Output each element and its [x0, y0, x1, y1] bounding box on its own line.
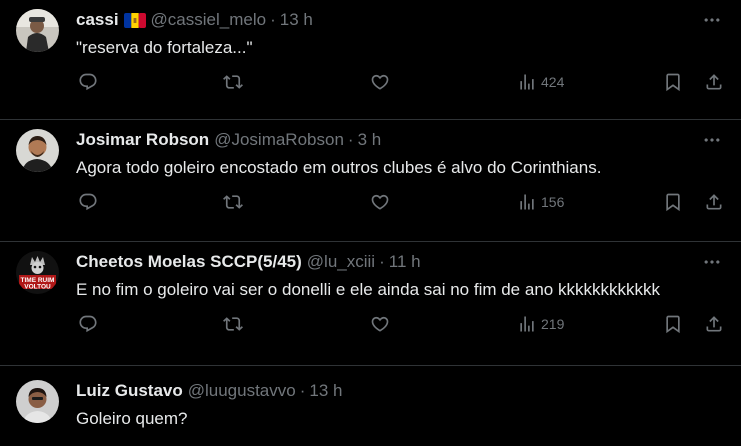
tweet-actions: 424 — [0, 69, 741, 95]
avatar[interactable] — [16, 9, 59, 52]
author-handle[interactable]: @cassiel_melo — [151, 10, 267, 30]
more-icon[interactable] — [699, 127, 725, 153]
tweet-cassi[interactable]: cassi @cassiel_melo · 13 h "reserva do f… — [0, 0, 741, 120]
separator-dot: · — [379, 252, 385, 271]
views-icon — [517, 72, 537, 92]
reply-icon[interactable] — [78, 192, 98, 212]
views-button[interactable]: 156 — [517, 192, 564, 212]
tweet-cheetos[interactable]: TIME RUIM VOLTOU Cheetos Moelas SCCP(5/4… — [0, 242, 741, 366]
author-name[interactable]: cassi — [76, 10, 119, 30]
views-count: 156 — [541, 194, 565, 210]
retweet-icon[interactable] — [223, 192, 243, 212]
bookmark-icon[interactable] — [663, 72, 683, 92]
timestamp[interactable]: 3 h — [358, 130, 382, 150]
author-handle[interactable]: @lu_xciii — [307, 252, 375, 272]
more-icon[interactable] — [699, 7, 725, 33]
retweet-icon[interactable] — [223, 314, 243, 334]
tweet-text: "reserva do fortaleza..." — [76, 38, 253, 57]
like-icon[interactable] — [370, 72, 390, 92]
tweet-actions: 156 — [0, 189, 741, 215]
like-icon[interactable] — [370, 192, 390, 212]
like-icon[interactable] — [370, 314, 390, 334]
share-icon[interactable] — [704, 72, 724, 92]
avatar[interactable] — [16, 380, 59, 423]
author-handle[interactable]: @luugustavvo — [188, 381, 296, 401]
views-icon — [517, 192, 537, 212]
separator-dot: · — [347, 130, 354, 149]
views-icon — [517, 314, 537, 334]
reply-icon[interactable] — [78, 314, 98, 334]
timestamp[interactable]: 13 h — [280, 10, 313, 30]
bookmark-icon[interactable] — [663, 192, 683, 212]
tweet-text: E no fim o goleiro vai ser o donelli e e… — [76, 280, 660, 299]
author-handle[interactable]: @JosimaRobson — [214, 130, 344, 150]
avatar[interactable]: TIME RUIM VOLTOU — [16, 251, 59, 294]
timestamp[interactable]: 11 h — [389, 252, 421, 272]
share-icon[interactable] — [704, 314, 724, 334]
svg-text:VOLTOU: VOLTOU — [24, 284, 51, 291]
author-name[interactable]: Luiz Gustavo — [76, 381, 183, 401]
views-button[interactable]: 424 — [517, 72, 564, 92]
separator-dot: · — [270, 10, 276, 29]
tweet-luiz[interactable]: Luiz Gustavo @luugustavvo · 13 h Goleiro… — [0, 366, 741, 446]
retweet-icon[interactable] — [223, 72, 243, 92]
avatar[interactable] — [16, 129, 59, 172]
tweet-josimar[interactable]: Josimar Robson @JosimaRobson · 3 h Agora… — [0, 120, 741, 242]
views-count: 424 — [541, 74, 565, 90]
more-icon[interactable] — [699, 249, 725, 275]
views-button[interactable]: 219 — [517, 314, 564, 334]
share-icon[interactable] — [704, 192, 724, 212]
author-name[interactable]: Josimar Robson — [76, 130, 209, 150]
separator-dot: · — [299, 381, 306, 400]
tweet-text: Goleiro quem? — [76, 409, 188, 428]
tweet-text: Agora todo goleiro encostado em outros c… — [76, 158, 602, 177]
reply-icon[interactable] — [78, 72, 98, 92]
bookmark-icon[interactable] — [663, 314, 683, 334]
views-count: 219 — [541, 316, 565, 332]
moldova-flag-icon — [123, 12, 146, 28]
author-name[interactable]: Cheetos Moelas SCCP(5/45) — [76, 252, 302, 272]
timestamp[interactable]: 13 h — [309, 381, 342, 401]
tweet-actions: 219 — [0, 311, 741, 337]
